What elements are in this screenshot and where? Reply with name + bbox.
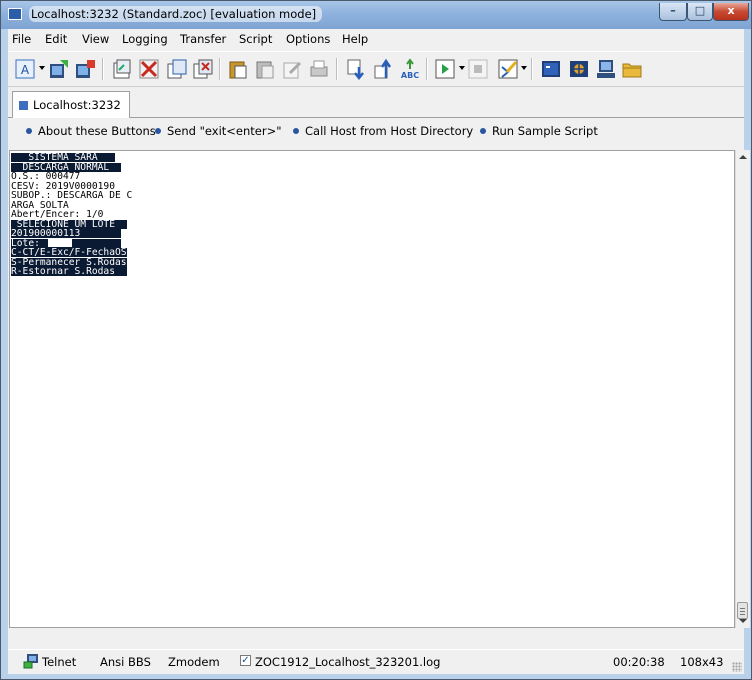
button-label: Call Host from Host Directory: [305, 124, 474, 138]
clock-label: 00:20:38: [613, 655, 665, 669]
upload-icon[interactable]: [372, 58, 394, 80]
edit-icon[interactable]: [281, 58, 303, 80]
folder-icon[interactable]: [621, 58, 643, 80]
menu-logging[interactable]: Logging: [122, 32, 168, 46]
capture-icon[interactable]: [568, 58, 590, 80]
menu-edit[interactable]: Edit: [45, 32, 67, 46]
session-icon: [19, 101, 28, 110]
user-button-bar: About these Buttons Send "exit<enter>" C…: [8, 118, 744, 146]
close-button[interactable]: x: [713, 3, 749, 21]
window-title: Localhost:3232 (Standard.zoc) [evaluatio…: [29, 6, 323, 22]
chevron-down-icon[interactable]: [39, 66, 45, 70]
tab-localhost[interactable]: Localhost:3232: [12, 91, 130, 118]
stop-script-icon[interactable]: [467, 58, 489, 80]
logging-checkbox[interactable]: ✓: [240, 655, 251, 666]
transfer-label[interactable]: Zmodem: [168, 655, 220, 669]
svg-text:ABC: ABC: [401, 71, 419, 80]
telnet-icon: [23, 654, 38, 669]
menu-transfer[interactable]: Transfer: [180, 32, 226, 46]
print-icon[interactable]: [308, 58, 330, 80]
logfile-label[interactable]: ZOC1912_Localhost_323201.log: [255, 655, 440, 669]
status-bar: Telnet Ansi BBS Zmodem ✓ ZOC1912_Localho…: [8, 649, 744, 674]
minimize-button[interactable]: –: [659, 3, 687, 21]
menu-options[interactable]: Options: [286, 32, 330, 46]
terminal-line: SISTEMA SARA: [11, 152, 115, 163]
menu-bar: File Edit View Logging Transfer Script O…: [8, 29, 744, 50]
text-icon[interactable]: A: [14, 58, 36, 80]
host-directory-icon[interactable]: [595, 58, 617, 80]
bullet-icon: [293, 127, 299, 134]
button-label: Run Sample Script: [492, 124, 598, 138]
maximize-button[interactable]: □: [687, 3, 713, 21]
about-buttons-button[interactable]: About these Buttons: [26, 124, 156, 138]
toolbar-separator: [336, 58, 338, 80]
quick-connect-icon[interactable]: [48, 58, 70, 80]
emulation-label[interactable]: Ansi BBS: [100, 655, 151, 669]
toolbar-separator: [426, 58, 428, 80]
terminal-screen[interactable]: SISTEMA SARA DESCARGA NORMAL O.S.: 00047…: [9, 150, 735, 628]
terminal-line: Abert/Encer: 1/0: [11, 209, 104, 220]
menu-help[interactable]: Help: [342, 32, 368, 46]
terminal-line: 201900000113: [11, 228, 121, 239]
toolbar-separator: [102, 58, 104, 80]
close-session-icon[interactable]: [138, 58, 160, 80]
download-icon[interactable]: [345, 58, 367, 80]
new-session-icon[interactable]: [111, 58, 133, 80]
scroll-thumb[interactable]: [737, 602, 748, 619]
app-window: Localhost:3232 (Standard.zoc) [evaluatio…: [0, 0, 752, 680]
button-label: About these Buttons: [38, 124, 156, 138]
chevron-down-icon[interactable]: [459, 66, 465, 70]
svg-text:A: A: [21, 63, 30, 77]
bullet-icon: [26, 127, 32, 134]
toolbar: A ABC: [8, 51, 744, 87]
toolbar-separator: [219, 58, 221, 80]
disconnect-icon[interactable]: [74, 58, 96, 80]
terminal-line: SUBOP.: DESCARGA DE C: [11, 190, 133, 201]
tab-label: Localhost:3232: [33, 98, 121, 112]
menu-file[interactable]: File: [12, 32, 31, 46]
play-script-icon[interactable]: [434, 58, 456, 80]
close-window-icon[interactable]: [192, 58, 214, 80]
paste-icon[interactable]: [227, 58, 249, 80]
run-sample-script-button[interactable]: Run Sample Script: [480, 124, 598, 138]
client-area: File Edit View Logging Transfer Script O…: [8, 29, 750, 674]
button-label: Send "exit<enter>": [167, 124, 282, 138]
app-icon[interactable]: [8, 8, 22, 20]
toolbar-separator: [531, 58, 533, 80]
scroll-down-icon[interactable]: [739, 619, 747, 623]
menu-view[interactable]: View: [82, 32, 109, 46]
bullet-icon: [155, 127, 161, 134]
copy-window-icon[interactable]: [166, 58, 188, 80]
chevron-down-icon[interactable]: [521, 66, 527, 70]
protocol-label[interactable]: Telnet: [42, 655, 76, 669]
scroll-up-icon[interactable]: [739, 155, 747, 159]
terminal-icon[interactable]: [540, 58, 562, 80]
bullet-icon: [480, 127, 486, 134]
edit-script-icon[interactable]: [497, 58, 519, 80]
terminal-line: O.S.: 000477: [11, 171, 81, 182]
spell-check-icon[interactable]: ABC: [399, 58, 421, 80]
resize-grip[interactable]: [732, 662, 742, 672]
terminal-line: R-Estornar S.Rodas: [11, 266, 127, 277]
terminal-line: C-CT/E-Exc/F-FechaOS: [11, 247, 127, 258]
terminal-size-label: 108x43: [680, 655, 724, 669]
terminal-scrollbar[interactable]: [735, 150, 750, 628]
call-host-button[interactable]: Call Host from Host Directory: [293, 124, 473, 138]
terminal-cursor: [48, 238, 72, 247]
send-exit-button[interactable]: Send "exit<enter>": [155, 124, 282, 138]
paste-special-icon[interactable]: [254, 58, 276, 80]
session-tab-bar: Localhost:3232: [8, 87, 744, 118]
menu-script[interactable]: Script: [239, 32, 272, 46]
title-bar[interactable]: Localhost:3232 (Standard.zoc) [evaluatio…: [1, 1, 751, 29]
